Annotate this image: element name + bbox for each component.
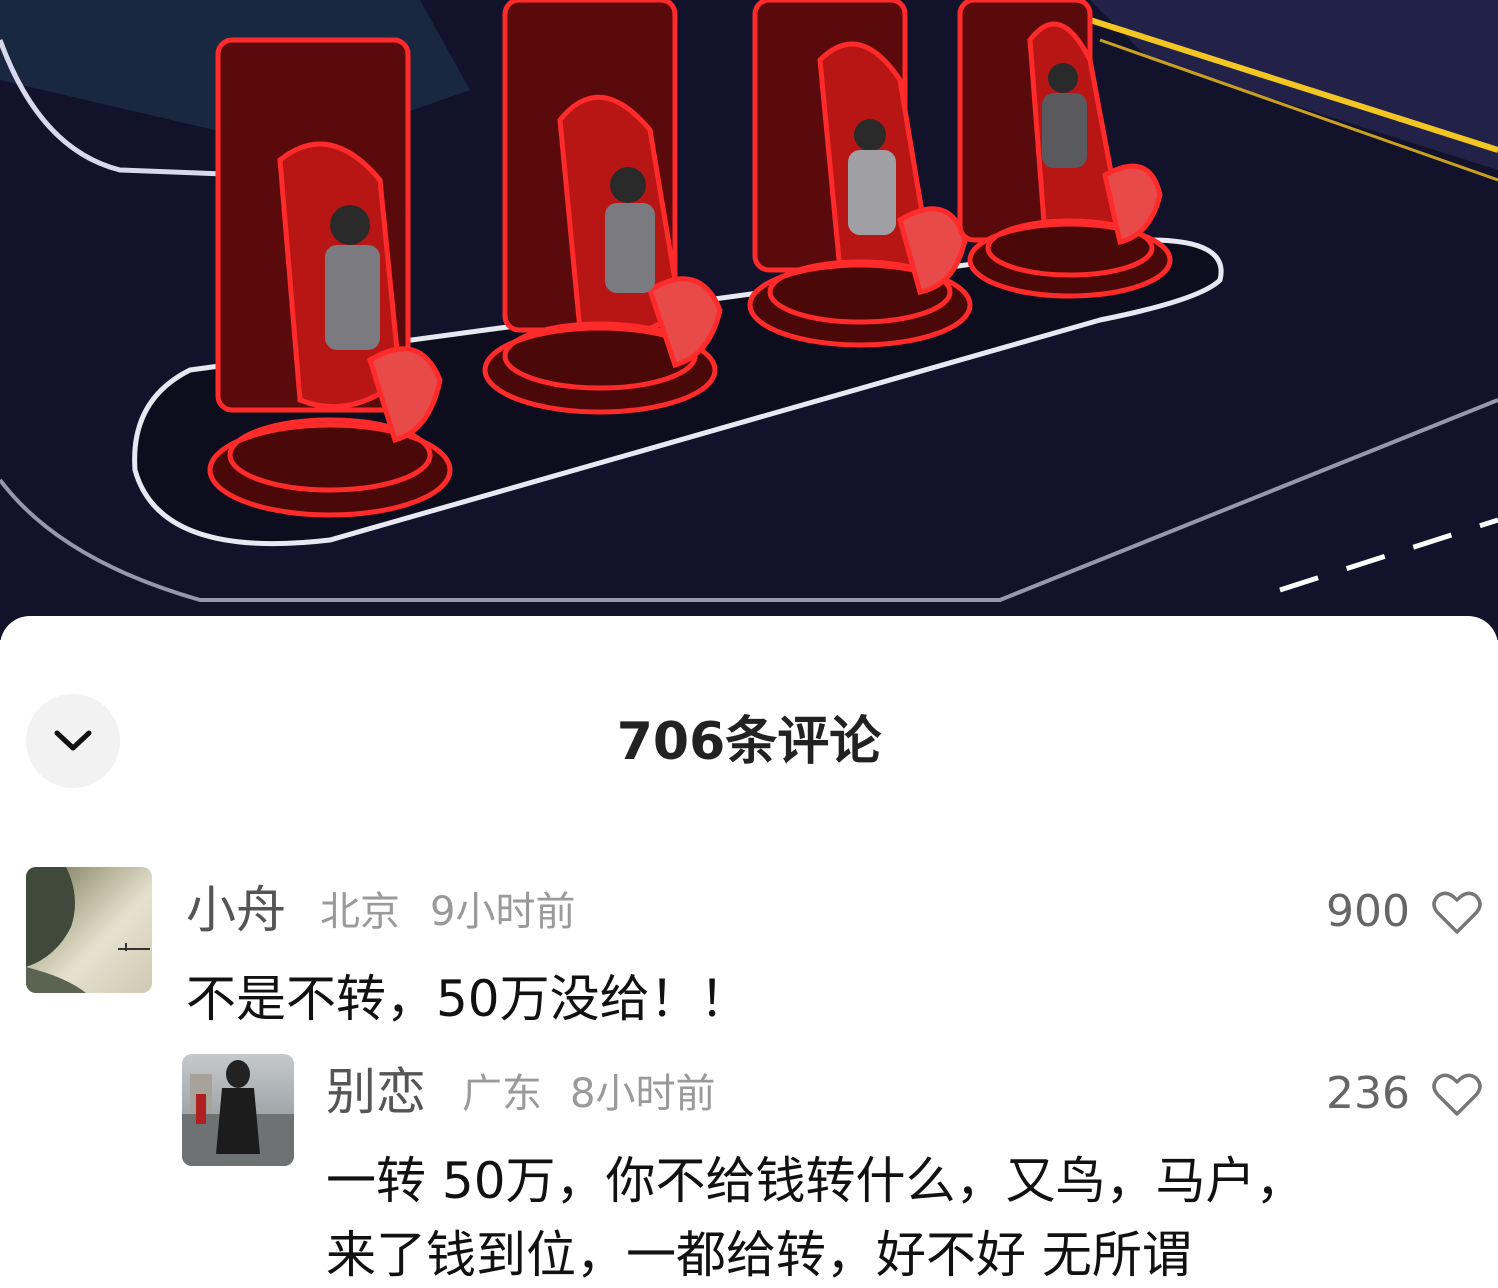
avatar[interactable] — [182, 1054, 294, 1166]
video-frame[interactable] — [0, 0, 1498, 640]
comment-location: 北京 — [320, 889, 400, 935]
avatar-image — [26, 867, 150, 993]
reply-location: 广东 — [462, 1071, 542, 1117]
avatar[interactable] — [26, 867, 152, 993]
avatar-image — [182, 1060, 294, 1166]
comment-username[interactable]: 小舟 — [186, 880, 286, 940]
reply-text-line1: 一转 50万，你不给钱转什么，又鸟，马户， — [326, 1152, 1306, 1210]
reply-text-line2: 来了钱到位，一都给转，好不好 无所谓 — [326, 1226, 1192, 1284]
like-count: 236 — [1326, 1068, 1410, 1119]
heart-icon[interactable] — [1432, 1072, 1482, 1118]
comment-text: 不是不转，50万没给！！ — [186, 970, 750, 1028]
stage-chairs-image — [0, 0, 1498, 640]
heart-icon[interactable] — [1432, 890, 1482, 936]
comment-count-title: 706条评论 — [616, 712, 882, 772]
reply-time: 8小时前 — [570, 1071, 716, 1117]
like-count: 900 — [1326, 886, 1410, 937]
reply-username[interactable]: 别恋 — [326, 1062, 426, 1122]
comment-time: 9小时前 — [430, 889, 576, 935]
